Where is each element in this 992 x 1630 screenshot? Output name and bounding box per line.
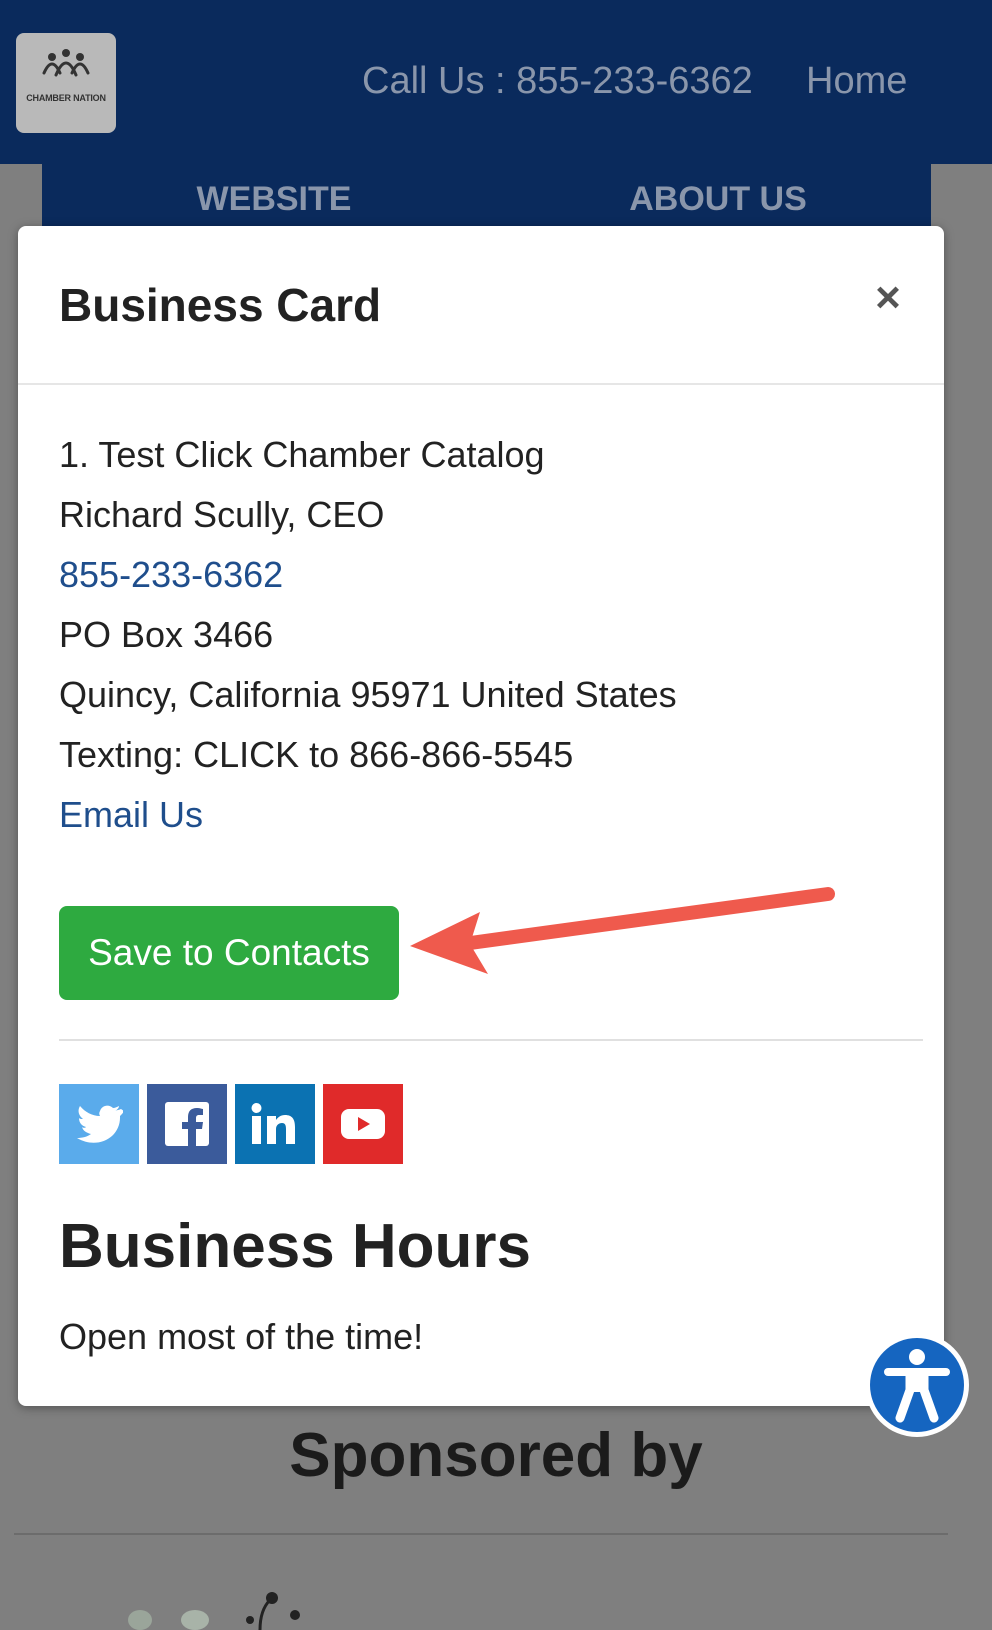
youtube-icon — [341, 1109, 385, 1139]
address-line-1: PO Box 3466 — [59, 614, 274, 655]
sponsor-logo-image — [128, 1592, 300, 1630]
home-link[interactable]: Home — [806, 60, 907, 103]
business-hours-text: Open most of the time! — [59, 1316, 424, 1357]
modal-title: Business Card — [59, 279, 382, 331]
logo-figures-icon — [42, 49, 90, 77]
email-link[interactable]: Email Us — [59, 794, 203, 836]
facebook-button[interactable] — [147, 1084, 227, 1164]
twitter-icon — [77, 1105, 123, 1143]
youtube-button[interactable] — [323, 1084, 403, 1164]
accessibility-icon — [884, 1349, 950, 1423]
linkedin-icon — [251, 1103, 295, 1144]
business-name: 1. Test Click Chamber Catalog — [59, 434, 545, 475]
close-icon[interactable]: × — [868, 276, 908, 320]
facebook-icon — [165, 1102, 209, 1146]
linkedin-button[interactable] — [235, 1084, 315, 1164]
tab-website[interactable]: WEBSITE — [42, 164, 506, 234]
accessibility-button[interactable] — [865, 1333, 969, 1437]
phone-link[interactable]: 855-233-6362 — [59, 554, 283, 596]
contact-name: Richard Scully, CEO — [59, 494, 385, 535]
address-line-2: Quincy, California 95971 United States — [59, 674, 677, 715]
twitter-button[interactable] — [59, 1084, 139, 1164]
texting-info: Texting: CLICK to 866-866-5545 — [59, 734, 574, 775]
call-us-link[interactable]: Call Us : 855-233-6362 — [362, 60, 753, 103]
modal-header-divider — [18, 383, 944, 385]
save-to-contacts-button[interactable]: Save to Contacts — [59, 906, 399, 1000]
business-card-modal: Business Card × 1. Test Click Chamber Ca… — [18, 226, 944, 1406]
business-hours-title: Business Hours — [59, 1212, 532, 1281]
logo-text: CHAMBER NATION — [26, 93, 106, 103]
site-header: CHAMBER NATION Call Us : 855-233-6362 Ho… — [0, 0, 992, 164]
sponsor-divider — [14, 1533, 948, 1535]
modal-body-divider — [59, 1039, 923, 1041]
chamber-logo[interactable]: CHAMBER NATION — [16, 33, 116, 133]
sponsored-title: Sponsored by — [289, 1421, 703, 1490]
annotation-arrow-icon — [410, 887, 835, 974]
tab-about-us[interactable]: ABOUT US — [505, 164, 931, 234]
